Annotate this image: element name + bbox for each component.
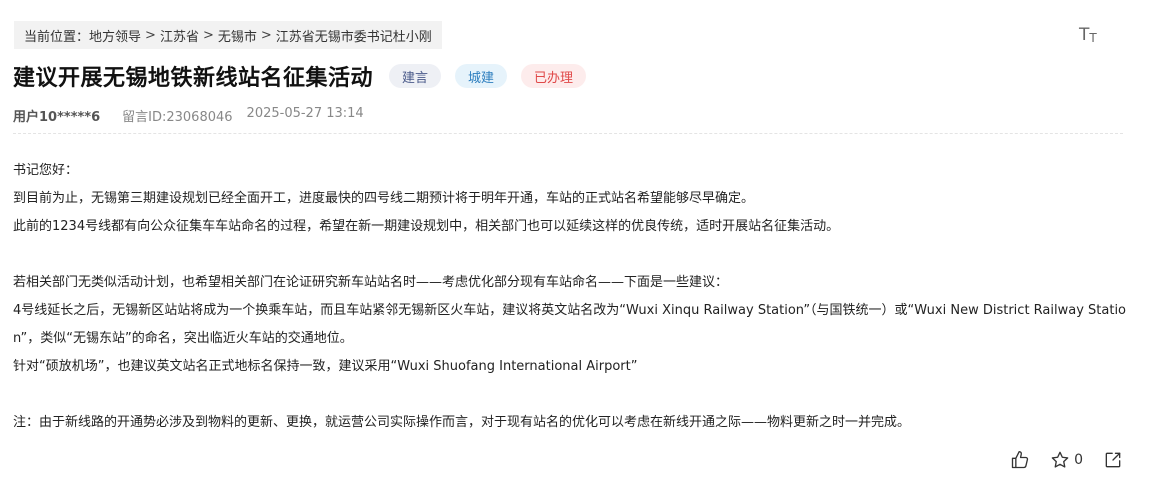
title-row: 建议开展无锡地铁新线站名征集活动 建言 城建 已办理 <box>13 60 587 92</box>
breadcrumb-prefix: 当前位置： <box>24 29 90 45</box>
post-body: 书记您好： 到目前为止，无锡第三期建设规划已经全面开工，进度最快的四号线二期预计… <box>13 157 1128 437</box>
post-datetime: 2025-05-27 13:14 <box>246 106 364 121</box>
page-title: 建议开展无锡地铁新线站名征集活动 <box>13 66 374 91</box>
font-toggle-big: T <box>1079 25 1089 45</box>
font-toggle-small: T <box>1089 31 1096 45</box>
tag-urban-construction: 城建 <box>455 64 508 88</box>
body-paragraph: 4号线延长之后，无锡新区站站将成为一个换乘车站，而且车站紧邻无锡新区火车站，建议… <box>13 303 1127 346</box>
font-size-toggle-icon[interactable]: TT <box>1079 25 1101 45</box>
post-meta: 用户10*****6 留言ID:23068046 2025-05-27 13:1… <box>13 106 364 125</box>
body-paragraph: 此前的1234号线都有向公众征集车车站命名的过程，希望在新一期建设规划中，相关部… <box>13 219 840 234</box>
favorite-count: 0 <box>1074 452 1083 468</box>
star-icon <box>1051 451 1069 468</box>
breadcrumb-item-local-leaders[interactable]: 地方领导 <box>89 26 141 45</box>
breadcrumb-separator: > <box>202 27 214 43</box>
divider <box>13 133 1123 134</box>
share-icon <box>1105 452 1121 468</box>
body-paragraph: 若相关部门无类似活动计划，也希望相关部门在论证研究新车站站名时——考虑优化部分现… <box>13 275 729 290</box>
like-button[interactable] <box>1010 450 1030 470</box>
share-button[interactable] <box>1103 450 1123 470</box>
body-paragraph: 书记您好： <box>13 163 79 178</box>
breadcrumb-separator: > <box>260 27 272 43</box>
post-author: 用户10*****6 <box>13 110 101 125</box>
body-paragraph: 到目前为止，无锡第三期建设规划已经全面开工，进度最快的四号线二期预计将于明年开通… <box>13 191 755 206</box>
thumbs-up-icon <box>1011 451 1029 469</box>
message-id: 留言ID:23068046 <box>122 110 233 125</box>
body-paragraph: 针对“硕放机场”，也建议英文站名正式地标名保持一致，建议采用“Wuxi Shuo… <box>13 359 638 374</box>
tag-status-handled: 已办理 <box>521 64 587 88</box>
breadcrumb: 当前位置： 地方领导 > 江苏省 > 无锡市 > 江苏省无锡市委书记杜小刚 <box>14 21 442 49</box>
breadcrumb-item-secretary[interactable]: 江苏省无锡市委书记杜小刚 <box>276 26 432 45</box>
post-actions: 0 <box>1010 450 1123 470</box>
breadcrumb-separator: > <box>145 27 156 43</box>
breadcrumb-item-wuxi[interactable]: 无锡市 <box>218 26 257 45</box>
tag-suggestion: 建言 <box>389 64 442 88</box>
breadcrumb-item-jiangsu[interactable]: 江苏省 <box>160 26 199 45</box>
favorite-button[interactable]: 0 <box>1050 450 1083 470</box>
body-paragraph: 注：由于新线路的开通势必涉及到物料的更新、更换，就运营公司实际操作而言，对于现有… <box>13 415 911 430</box>
